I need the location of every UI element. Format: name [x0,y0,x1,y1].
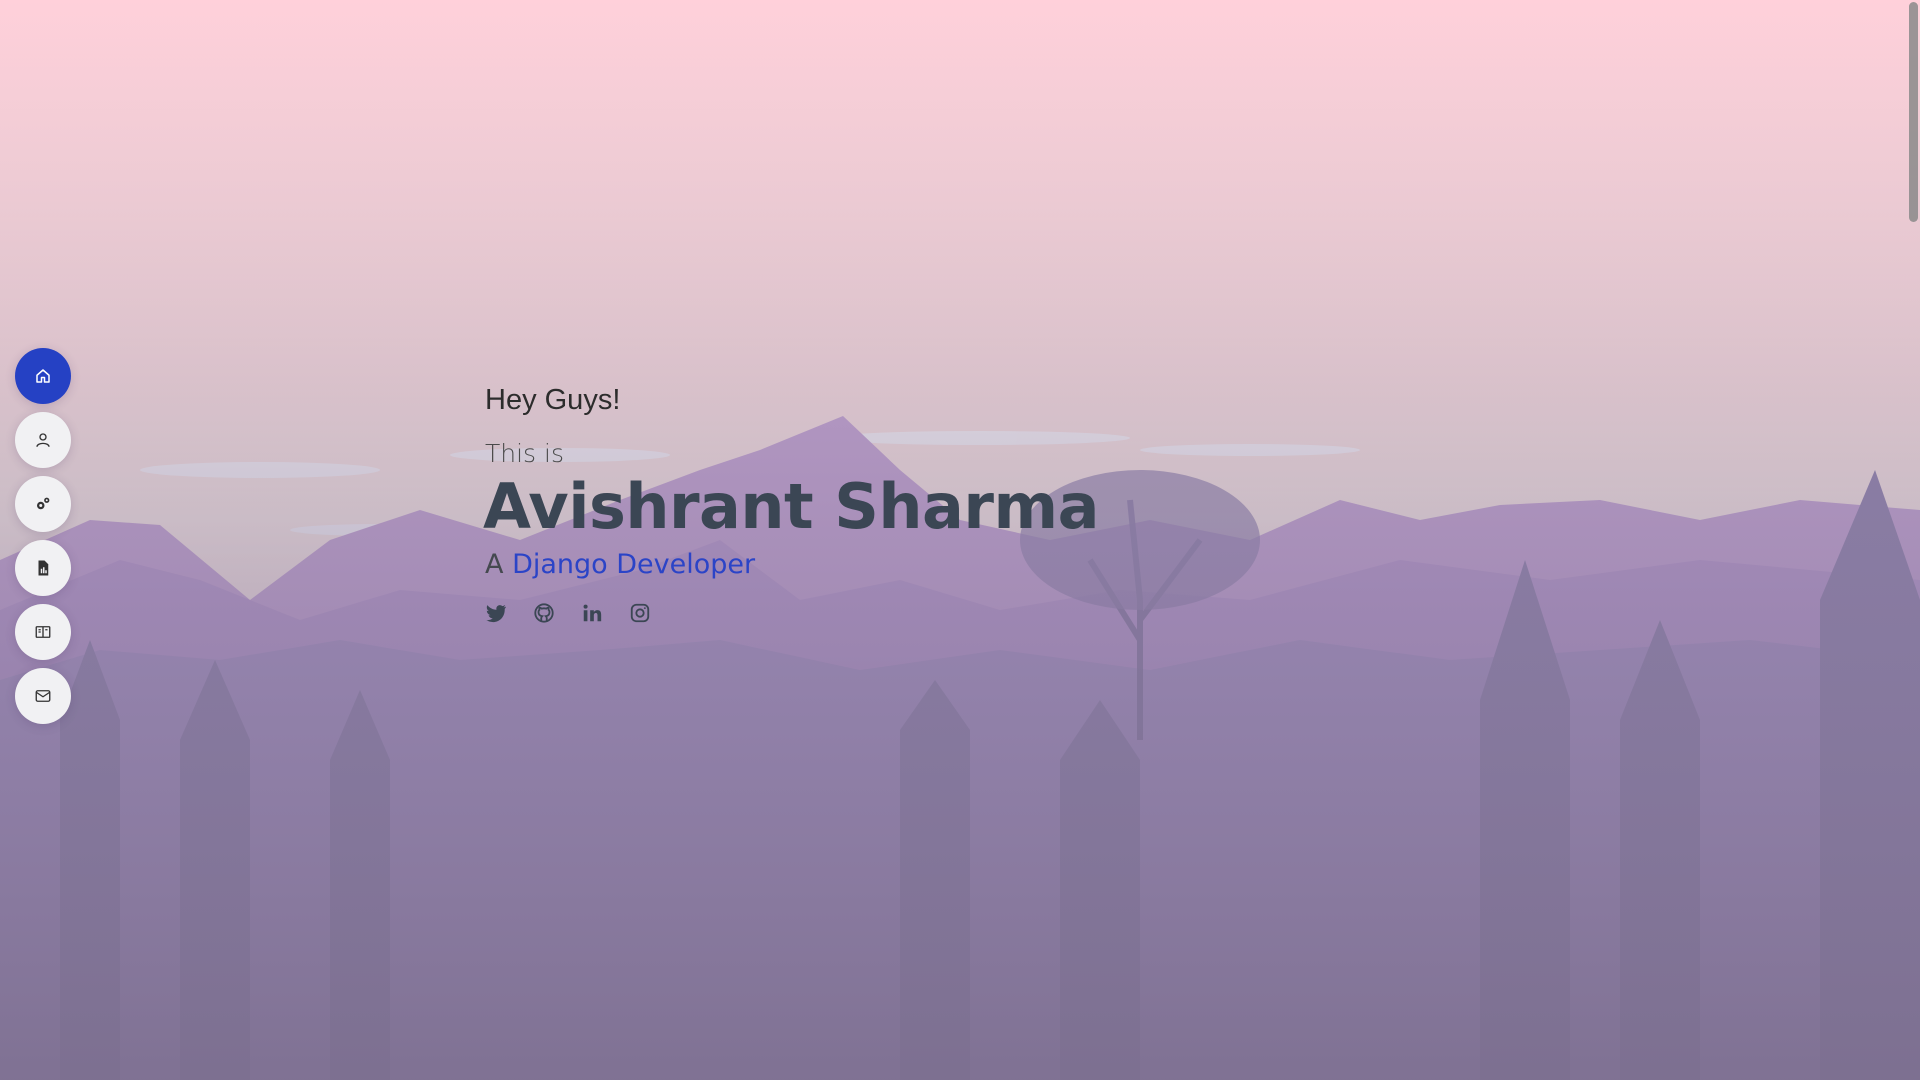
scrollbar[interactable] [1906,0,1920,1080]
role-prefix: A [485,549,504,580]
role-typed-text: Django Developer [512,549,756,580]
nav-skills-button[interactable] [15,476,71,532]
github-icon [534,603,554,623]
intro-text: This is [485,439,565,468]
nav-home-button[interactable] [15,348,71,404]
social-links [485,602,1099,624]
instagram-icon [630,603,650,623]
nav-resume-button[interactable] [15,540,71,596]
linkedin-link[interactable] [581,602,603,624]
github-link[interactable] [533,602,555,624]
nav-about-button[interactable] [15,412,71,468]
twitter-icon [486,605,507,623]
scrollbar-thumb[interactable] [1909,2,1918,222]
role-line: A Django Developer [485,549,1099,580]
side-navigation [15,348,71,732]
book-icon [35,626,51,638]
gears-icon [37,497,50,510]
resume-file-icon [38,560,49,576]
linkedin-icon [583,604,602,622]
envelope-icon [35,690,51,702]
greeting-text: Hey Guys! [485,384,621,416]
nav-portfolio-button[interactable] [15,604,71,660]
home-icon [36,369,50,383]
instagram-link[interactable] [629,602,651,624]
nav-contact-button[interactable] [15,668,71,724]
hero-name: Avishrant Sharma [483,470,1099,543]
twitter-link[interactable] [485,602,507,624]
hero-intro: Hey Guys! This is Avishrant Sharma A Dja… [483,384,1099,624]
user-icon [36,433,50,447]
